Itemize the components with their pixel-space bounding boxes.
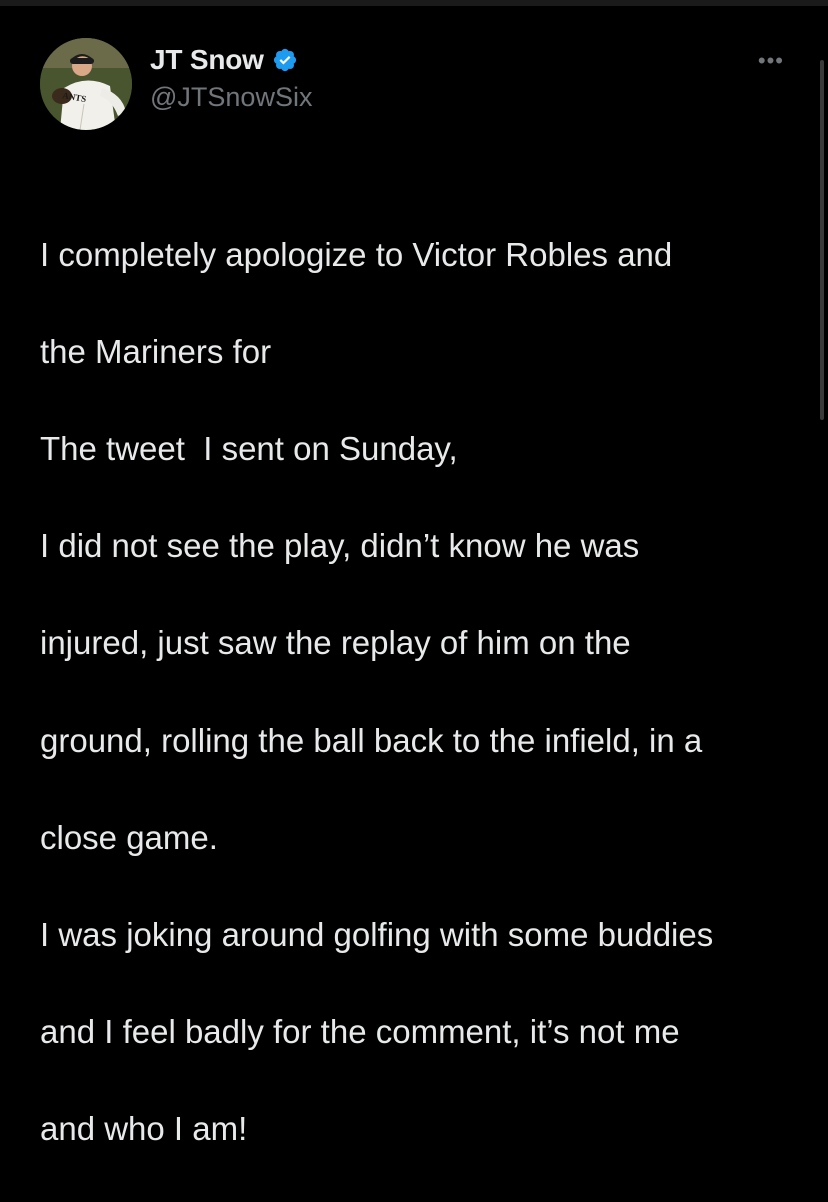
tweet-text-line: and who I am! xyxy=(40,1110,248,1148)
more-options-icon[interactable]: ••• xyxy=(758,48,784,74)
scrollbar[interactable] xyxy=(820,60,824,420)
display-name[interactable]: JT Snow xyxy=(150,44,264,76)
tweet-text-line: The tweet I sent on Sunday, xyxy=(40,429,458,467)
avatar[interactable]: ANTS xyxy=(40,38,132,130)
author-handle[interactable]: @JTSnowSix xyxy=(150,82,312,113)
tweet[interactable]: ANTS JT Snow @JTSnowSix ••• I completely… xyxy=(40,38,800,1202)
verified-badge-icon[interactable] xyxy=(272,47,298,73)
tweet-header: ANTS JT Snow @JTSnowSix ••• xyxy=(40,38,800,130)
top-edge xyxy=(0,0,828,6)
tweet-text-line: I did not see the play, didn’t know he w… xyxy=(40,527,640,565)
tweet-text: I completely apologize to Victor Robles … xyxy=(40,182,790,1202)
name-row: JT Snow xyxy=(150,42,312,78)
tweet-text-line: injured, just saw the replay of him on t… xyxy=(40,624,631,662)
tweet-text-line: close game. xyxy=(40,818,218,856)
author-names: JT Snow @JTSnowSix xyxy=(150,42,312,113)
tweet-text-line: the Mariners for xyxy=(40,332,272,370)
tweet-text-line: and I feel badly for the comment, it’s n… xyxy=(40,1013,680,1051)
tweet-text-line: I was joking around golfing with some bu… xyxy=(40,915,714,953)
tweet-text-line: I completely apologize to Victor Robles … xyxy=(40,235,673,273)
tweet-text-line: ground, rolling the ball back to the inf… xyxy=(40,721,703,759)
baseball-player-avatar-icon: ANTS xyxy=(40,38,132,130)
